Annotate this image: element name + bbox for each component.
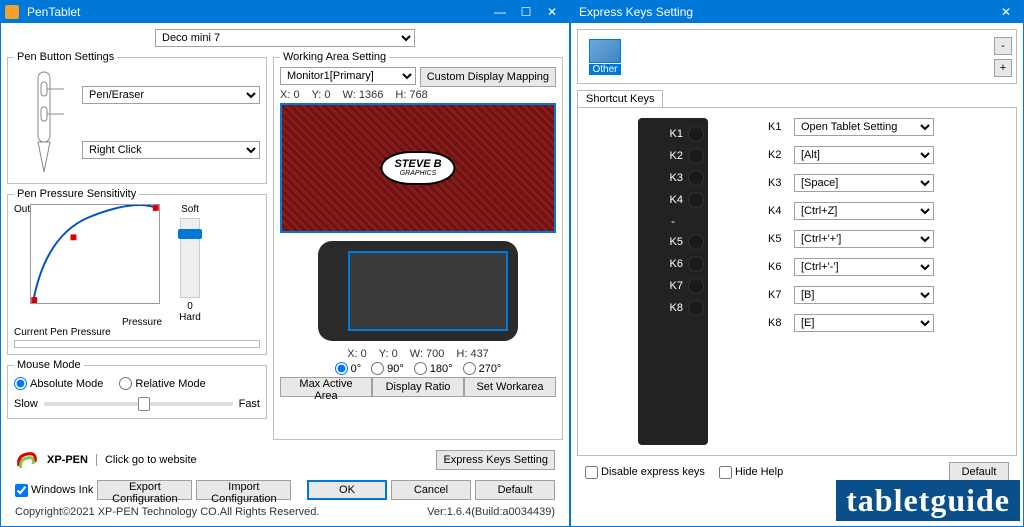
windows-ink-checkbox[interactable]: Windows Ink	[15, 484, 93, 497]
profile-icon	[589, 39, 621, 63]
k4-select[interactable]: [Ctrl+Z]	[794, 202, 934, 220]
ok-button-right[interactable]: OK	[875, 494, 935, 514]
slow-label: Slow	[14, 398, 38, 410]
speed-slider[interactable]	[44, 402, 233, 406]
current-pressure-label: Current Pen Pressure	[14, 327, 260, 338]
working-area-setting: Working Area Setting Monitor1[Primary] C…	[273, 51, 563, 440]
set-workarea-button[interactable]: Set Workarea	[464, 377, 556, 397]
default-button[interactable]: Default	[475, 480, 555, 500]
window-title: PenTablet	[23, 5, 487, 19]
import-config-button[interactable]: Import Configuration	[196, 480, 291, 500]
custom-display-mapping-button[interactable]: Custom Display Mapping	[420, 67, 556, 87]
softness-slider[interactable]	[180, 218, 200, 298]
window-title-right: Express Keys Setting	[575, 5, 993, 19]
cancel-button-right[interactable]: Cancel	[949, 494, 1009, 514]
pen-top-button-select[interactable]: Pen/Eraser	[82, 86, 260, 104]
k7-select[interactable]: [B]	[794, 286, 934, 304]
k6-select[interactable]: [Ctrl+'-']	[794, 258, 934, 276]
tablet-coords: X: 0 Y: 0 W: 700 H: 437	[280, 348, 556, 360]
mouse-mode: Mouse Mode Absolute Mode Relative Mode S…	[7, 359, 267, 419]
cancel-button[interactable]: Cancel	[391, 480, 471, 500]
screen-coords: X: 0 Y: 0 W: 1366 H: 768	[280, 89, 556, 101]
profile-list: Other - +	[577, 29, 1017, 84]
k1-select[interactable]: Open Tablet Setting	[794, 118, 934, 136]
pen-bottom-button-select[interactable]: Right Click	[82, 141, 260, 159]
copyright-text: Copyright©2021 XP-PEN Technology CO.All …	[15, 506, 319, 518]
display-ratio-button[interactable]: Display Ratio	[372, 377, 464, 397]
close-icon[interactable]: ✕	[993, 2, 1019, 22]
close-icon[interactable]: ✕	[539, 2, 565, 22]
pen-icon	[14, 67, 74, 177]
tablet-preview[interactable]	[318, 241, 518, 341]
soft-label: Soft	[181, 204, 199, 215]
tab-shortcut-keys[interactable]: Shortcut Keys	[577, 90, 663, 107]
rotate-90-radio[interactable]: 90°	[371, 362, 404, 375]
pressure-axis-label: Pressure	[122, 317, 162, 328]
rotate-270-radio[interactable]: 270°	[463, 362, 502, 375]
pen-button-settings: Pen Button Settings Pen/Eraser R	[7, 51, 267, 184]
titlebar-left: PenTablet — ☐ ✕	[1, 1, 569, 23]
version-text: Ver:1.6.4(Build:a0034439)	[427, 506, 555, 518]
express-keys-setting-button[interactable]: Express Keys Setting	[436, 450, 555, 470]
website-link[interactable]: Click go to website	[96, 454, 197, 466]
current-pressure-bar	[14, 340, 260, 348]
slider-zero: 0	[187, 301, 193, 312]
profile-other[interactable]: Other	[582, 39, 628, 75]
rotate-0-radio[interactable]: 0°	[335, 362, 362, 375]
pen-buttons-legend: Pen Button Settings	[14, 51, 117, 63]
pen-pressure-sensitivity: Pen Pressure Sensitivity Output	[7, 188, 267, 355]
ok-button[interactable]: OK	[307, 480, 387, 500]
k2-select[interactable]: [Alt]	[794, 146, 934, 164]
absolute-mode-radio[interactable]: Absolute Mode	[14, 377, 103, 390]
app-icon	[5, 5, 19, 19]
k8-select[interactable]: [E]	[794, 314, 934, 332]
hard-label: Hard	[179, 312, 201, 323]
k5-select[interactable]: [Ctrl+'+']	[794, 230, 934, 248]
k3-select[interactable]: [Space]	[794, 174, 934, 192]
default-button-right[interactable]: Default	[949, 462, 1009, 482]
fast-label: Fast	[239, 398, 260, 410]
remove-profile-button[interactable]: -	[994, 37, 1012, 55]
maximize-icon[interactable]: ☐	[513, 2, 539, 22]
pressure-curve[interactable]	[30, 204, 160, 304]
wallpaper-logo: STEVE B GRAPHICS	[380, 151, 455, 185]
export-config-button[interactable]: Export Configuration	[97, 480, 192, 500]
brand-logo: XP-PEN	[15, 448, 88, 472]
relative-mode-radio[interactable]: Relative Mode	[119, 377, 205, 390]
add-profile-button[interactable]: +	[994, 59, 1012, 77]
mouse-legend: Mouse Mode	[14, 359, 84, 371]
hide-help-checkbox[interactable]: Hide Help	[719, 466, 783, 479]
disable-express-keys-checkbox[interactable]: Disable express keys	[585, 466, 705, 479]
working-legend: Working Area Setting	[280, 51, 389, 63]
device-select[interactable]: Deco mini 7	[155, 29, 415, 47]
monitor-select[interactable]: Monitor1[Primary]	[280, 67, 416, 85]
rotate-180-radio[interactable]: 180°	[414, 362, 453, 375]
express-key-graphic: K1 K2 K3 K4 - K5 K6 K7 K8	[638, 118, 708, 445]
monitor-preview[interactable]: STEVE B GRAPHICS	[280, 103, 556, 233]
pressure-legend: Pen Pressure Sensitivity	[14, 188, 139, 200]
minimize-icon[interactable]: —	[487, 2, 513, 22]
max-active-area-button[interactable]: Max Active Area	[280, 377, 372, 397]
titlebar-right: Express Keys Setting ✕	[571, 1, 1023, 23]
